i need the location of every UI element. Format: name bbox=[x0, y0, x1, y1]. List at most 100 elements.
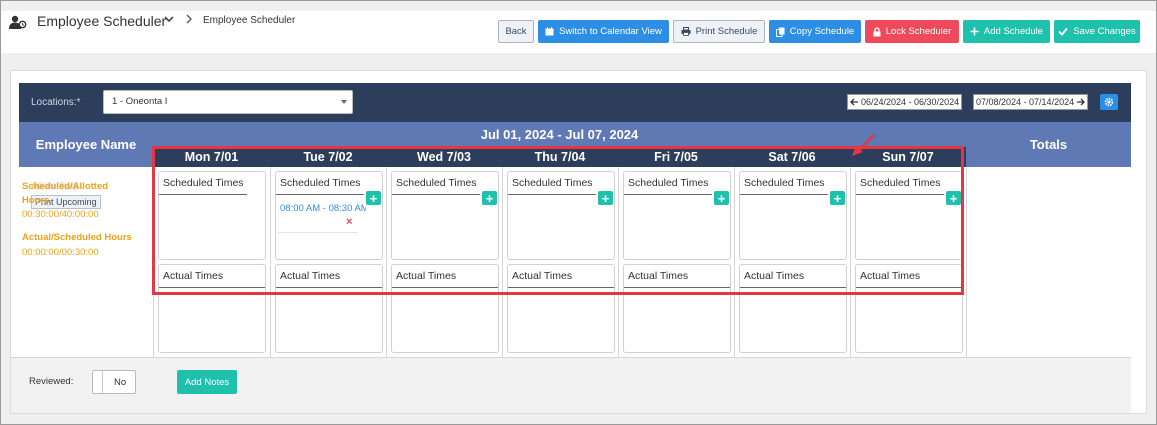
gear-icon bbox=[1104, 97, 1114, 107]
scheduled-times-box[interactable]: Scheduled Times + bbox=[739, 171, 847, 260]
day-header-thu: Thu 7/04 bbox=[502, 147, 618, 167]
divider bbox=[856, 287, 962, 288]
back-button[interactable]: Back bbox=[498, 20, 534, 43]
scheduled-times-box[interactable]: Scheduled Times + bbox=[623, 171, 731, 260]
scheduled-times-label: Scheduled Times bbox=[163, 177, 244, 189]
actual-times-label: Actual Times bbox=[163, 270, 224, 282]
actual-times-box[interactable]: Actual Times bbox=[855, 264, 963, 353]
add-schedule-button[interactable]: Add Schedule bbox=[963, 20, 1050, 43]
scheduled-times-box[interactable]: Scheduled Times + bbox=[507, 171, 615, 260]
print-schedule-label: Print Schedule bbox=[695, 26, 758, 37]
copy-schedule-button[interactable]: Copy Schedule bbox=[769, 20, 861, 43]
next-week-label: 07/08/2024 - 07/14/2024 bbox=[976, 97, 1075, 107]
toggle-knob bbox=[93, 371, 103, 393]
scheduled-times-label: Scheduled Times bbox=[744, 177, 825, 189]
copy-icon bbox=[775, 27, 785, 37]
actual-times-box[interactable]: Actual Times bbox=[623, 264, 731, 353]
scheduled-times-label: Scheduled Times bbox=[628, 177, 709, 189]
add-schedule-label: Add Schedule bbox=[983, 26, 1044, 37]
breadcrumb: Employee Scheduler bbox=[203, 15, 296, 26]
add-shift-button[interactable]: + bbox=[946, 191, 961, 205]
users-icon bbox=[9, 15, 27, 29]
app-title: Employee Scheduler bbox=[37, 13, 167, 29]
actual-times-label: Actual Times bbox=[628, 270, 689, 282]
divider bbox=[508, 194, 596, 195]
add-shift-button[interactable]: + bbox=[366, 191, 381, 205]
scheduled-allotted-label: Scheduled/Allotted Hours bbox=[22, 181, 109, 206]
settings-button[interactable] bbox=[1100, 94, 1118, 110]
add-shift-button[interactable]: + bbox=[830, 191, 845, 205]
actual-times-box[interactable]: Actual Times bbox=[507, 264, 615, 353]
scheduled-times-box[interactable]: Scheduled Times + 08:00 AM - 08:30 AM × bbox=[275, 171, 383, 260]
actual-times-label: Actual Times bbox=[280, 270, 341, 282]
location-select[interactable]: 1 - Oneonta I bbox=[103, 90, 353, 114]
location-value: 1 - Oneonta I bbox=[112, 96, 168, 107]
chevron-right-icon bbox=[185, 13, 193, 27]
day-cell-tue: Scheduled Times + 08:00 AM - 08:30 AM × … bbox=[270, 167, 386, 357]
divider bbox=[740, 194, 828, 195]
next-week-button[interactable]: 07/08/2024 - 07/14/2024 bbox=[973, 94, 1089, 110]
day-header-mon: Mon 7/01 bbox=[153, 147, 270, 167]
day-cell-mon: Scheduled Times Actual Times bbox=[153, 167, 269, 357]
actual-scheduled-label: Actual/Scheduled Hours bbox=[22, 232, 132, 243]
prev-week-button[interactable]: 06/24/2024 - 06/30/2024 bbox=[847, 94, 963, 110]
plus-icon bbox=[970, 27, 979, 36]
day-header-fri: Fri 7/05 bbox=[618, 147, 734, 167]
divider bbox=[276, 287, 382, 288]
reviewed-label: Reviewed: bbox=[29, 376, 74, 387]
divider bbox=[392, 194, 480, 195]
divider bbox=[159, 194, 247, 195]
divider bbox=[278, 232, 358, 233]
divider bbox=[508, 287, 614, 288]
calendar-view-label: Switch to Calendar View bbox=[559, 26, 662, 37]
add-shift-button[interactable]: + bbox=[482, 191, 497, 205]
divider bbox=[159, 287, 265, 288]
check-icon bbox=[1058, 27, 1069, 36]
actual-times-box[interactable]: Actual Times bbox=[739, 264, 847, 353]
day-header-tue: Tue 7/02 bbox=[270, 147, 386, 167]
save-changes-button[interactable]: Save Changes bbox=[1054, 20, 1140, 43]
add-shift-button[interactable]: + bbox=[598, 191, 613, 205]
lock-icon bbox=[873, 26, 881, 36]
actual-times-box[interactable]: Actual Times bbox=[158, 264, 266, 353]
employee-name-header: Employee Name bbox=[19, 122, 153, 167]
divider bbox=[624, 194, 712, 195]
scheduled-times-box[interactable]: Scheduled Times bbox=[158, 171, 266, 260]
day-cell-sun: Scheduled Times + Actual Times bbox=[850, 167, 966, 357]
scheduled-times-box[interactable]: Scheduled Times + bbox=[855, 171, 963, 260]
divider bbox=[392, 287, 498, 288]
annotation-arrow-icon bbox=[852, 134, 875, 156]
reviewed-toggle[interactable]: No bbox=[92, 370, 136, 394]
scheduled-times-label: Scheduled Times bbox=[512, 177, 593, 189]
add-shift-button[interactable]: + bbox=[714, 191, 729, 205]
totals-cell bbox=[966, 167, 1131, 357]
day-cell-sat: Scheduled Times + Actual Times bbox=[734, 167, 850, 357]
calendar-view-button[interactable]: Switch to Calendar View bbox=[538, 20, 669, 43]
actual-times-label: Actual Times bbox=[396, 270, 457, 282]
save-changes-label: Save Changes bbox=[1073, 26, 1136, 37]
actual-times-box[interactable]: Actual Times bbox=[391, 264, 499, 353]
actual-times-box[interactable]: Actual Times bbox=[275, 264, 383, 353]
actual-times-label: Actual Times bbox=[744, 270, 805, 282]
caret-down-icon bbox=[341, 100, 347, 104]
copy-schedule-label: Copy Schedule bbox=[789, 26, 855, 37]
divider bbox=[624, 287, 730, 288]
chevron-down-icon[interactable] bbox=[164, 15, 174, 26]
shift-link[interactable]: 08:00 AM - 08:30 AM bbox=[280, 203, 366, 214]
delete-shift-icon[interactable]: × bbox=[346, 216, 352, 228]
lock-scheduler-button[interactable]: Lock Scheduler bbox=[865, 20, 959, 43]
day-header-wed: Wed 7/03 bbox=[386, 147, 502, 167]
print-schedule-button[interactable]: Print Schedule bbox=[673, 20, 765, 43]
reviewed-value: No bbox=[114, 377, 127, 388]
calendar-icon bbox=[545, 27, 554, 36]
add-notes-button[interactable]: Add Notes bbox=[177, 370, 237, 394]
arrow-left-icon bbox=[850, 98, 858, 106]
back-label: Back bbox=[505, 26, 527, 37]
divider bbox=[740, 287, 846, 288]
scheduled-times-box[interactable]: Scheduled Times + bbox=[391, 171, 499, 260]
actual-times-label: Actual Times bbox=[860, 270, 921, 282]
date-range-header: Jul 01, 2024 - Jul 07, 2024 bbox=[153, 122, 966, 147]
divider bbox=[856, 194, 944, 195]
arrow-right-icon bbox=[1077, 98, 1086, 106]
totals-header: Totals bbox=[966, 122, 1131, 167]
